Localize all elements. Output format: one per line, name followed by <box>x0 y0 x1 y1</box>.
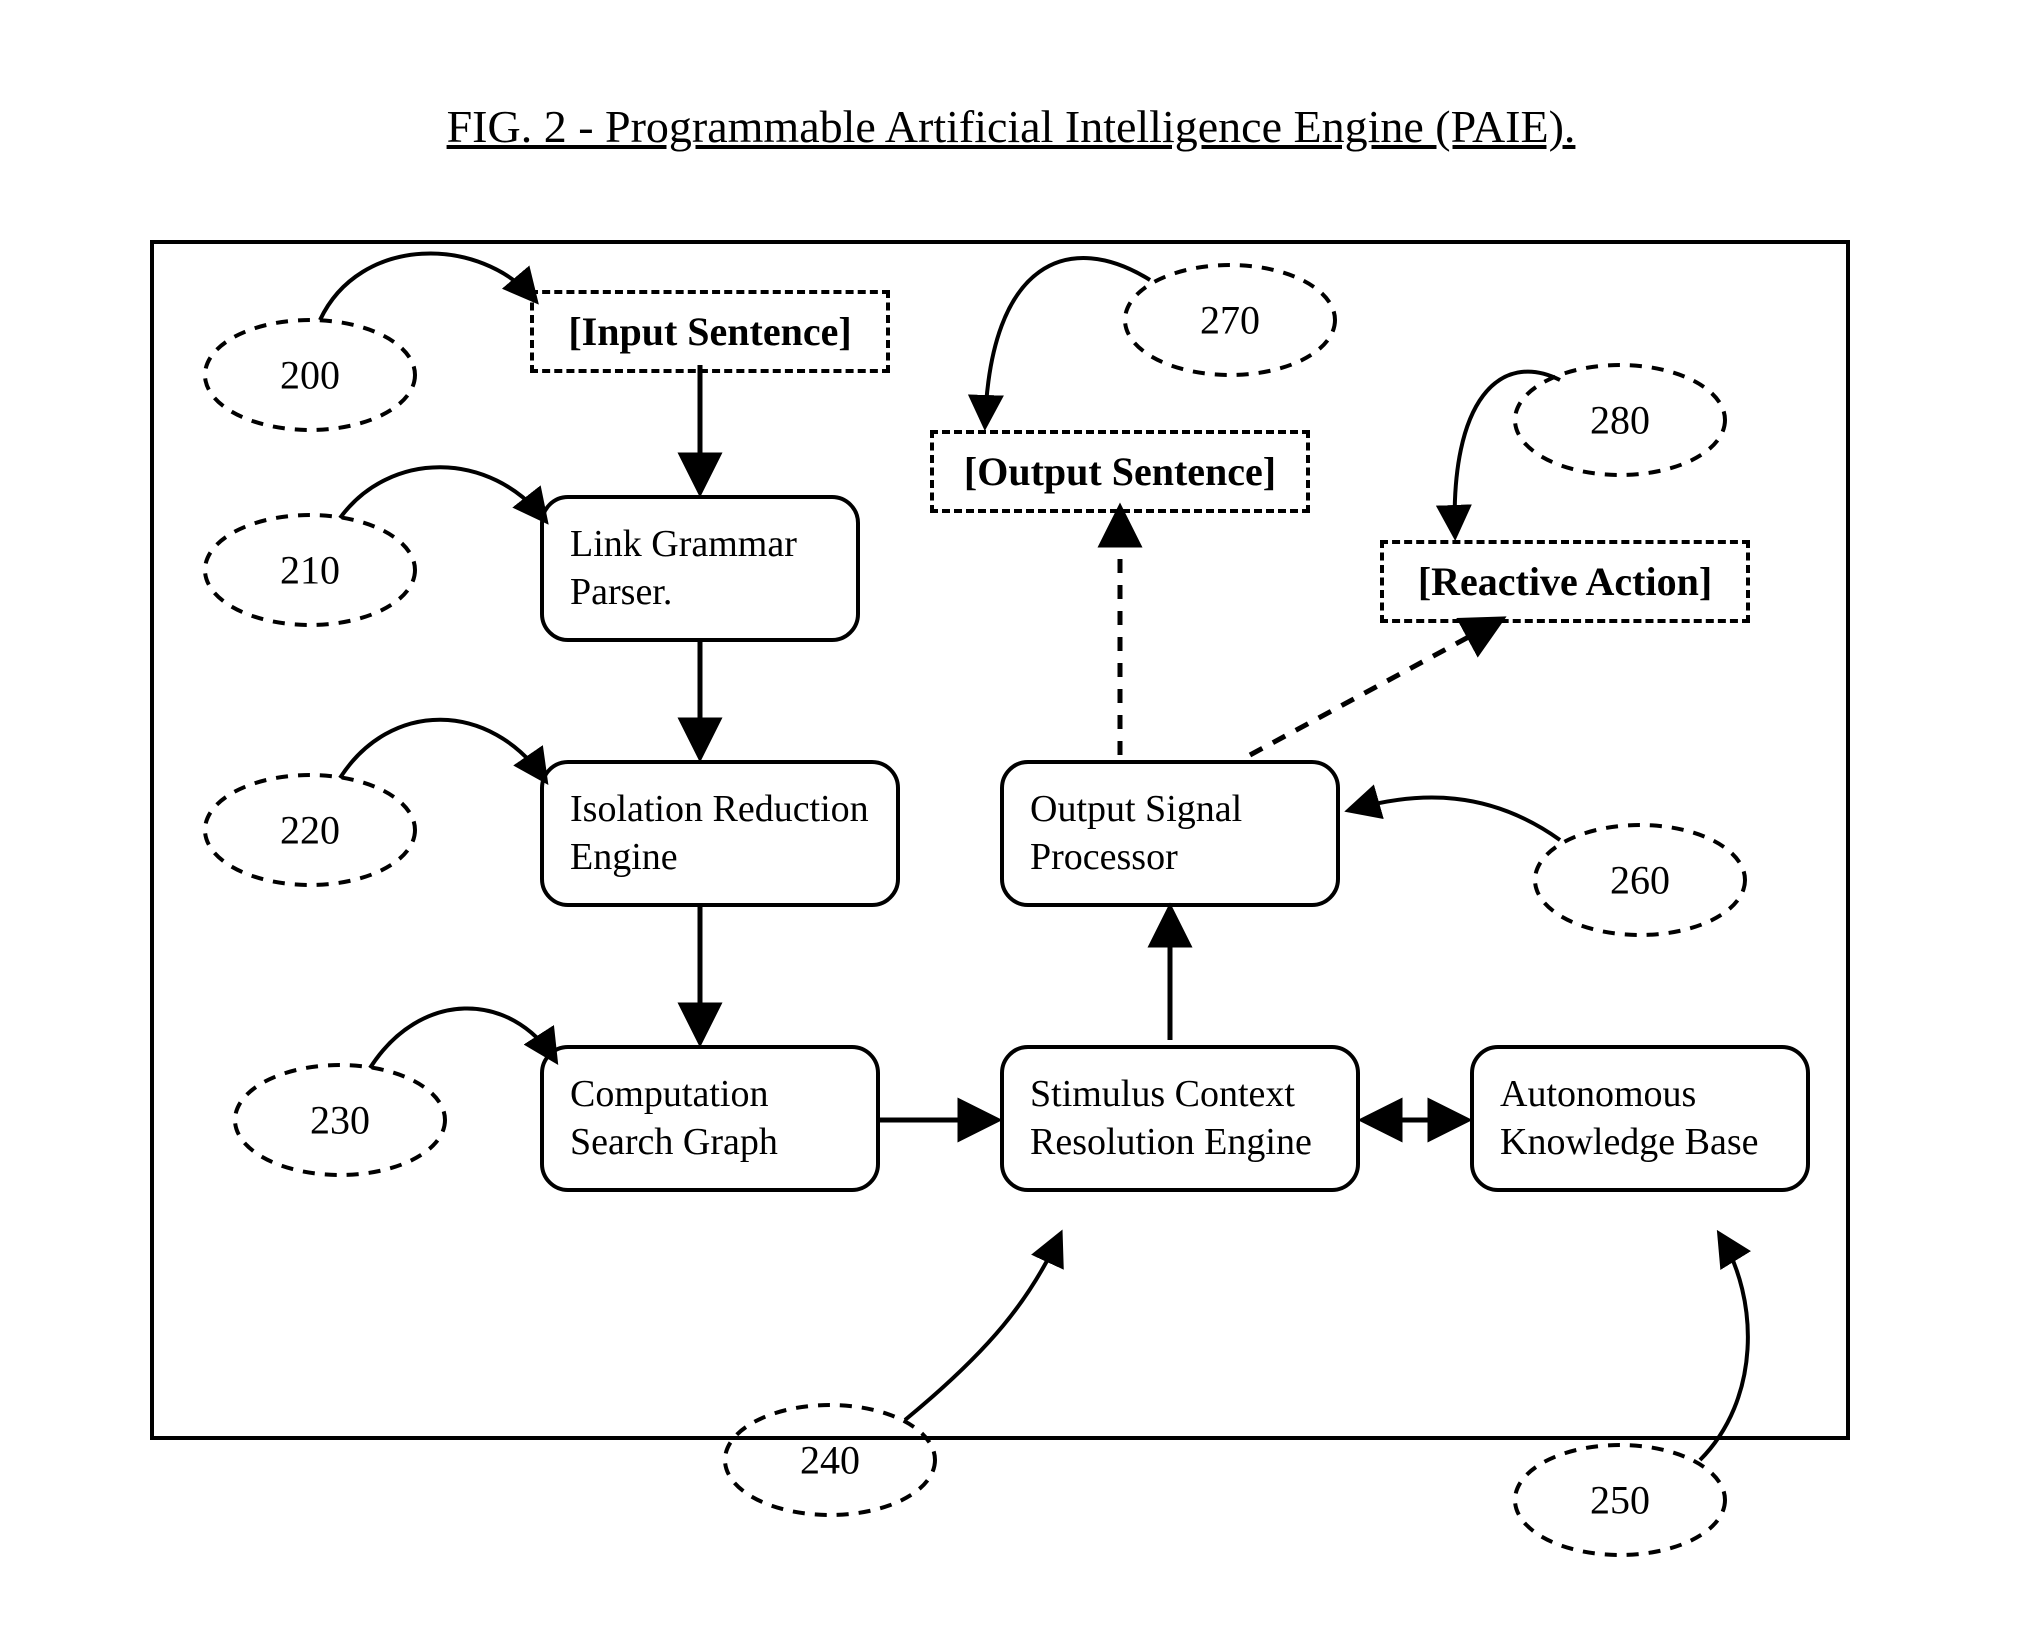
node-output-signal-processor: Output Signal Processor <box>1000 760 1340 907</box>
figure-title: FIG. 2 - Programmable Artificial Intelli… <box>0 100 2022 153</box>
node-reactive-action: [Reactive Action] <box>1380 540 1750 623</box>
ref-240: 240 <box>800 1437 860 1484</box>
page: FIG. 2 - Programmable Artificial Intelli… <box>0 0 2022 1633</box>
node-isolation-reduction: Isolation Reduction Engine <box>540 760 900 907</box>
node-input-sentence: [Input Sentence] <box>530 290 890 373</box>
node-autonomous-kb: Autonomous Knowledge Base <box>1470 1045 1810 1192</box>
node-computation-search-graph: Computation Search Graph <box>540 1045 880 1192</box>
node-link-grammar-parser: Link Grammar Parser. <box>540 495 860 642</box>
node-stimulus-context: Stimulus Context Resolution Engine <box>1000 1045 1360 1192</box>
ref-250: 250 <box>1590 1477 1650 1524</box>
node-output-sentence: [Output Sentence] <box>930 430 1310 513</box>
